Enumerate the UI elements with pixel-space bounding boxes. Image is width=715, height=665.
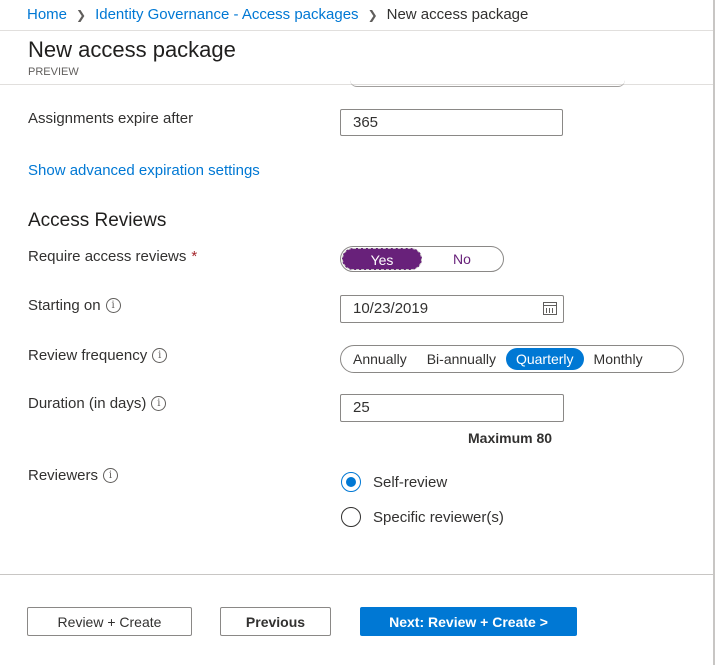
review-create-button[interactable]: Review + Create	[27, 607, 192, 636]
require-reviews-label: Require access reviews *	[28, 248, 197, 265]
required-marker: *	[191, 248, 198, 265]
expire-after-input[interactable]: 365	[340, 109, 563, 136]
frequency-option-bi-annually[interactable]: Bi-annually	[417, 348, 506, 370]
expire-after-label-text: Assignments expire after	[28, 110, 194, 127]
page-title: New access package	[28, 37, 236, 62]
info-icon[interactable]: i	[105, 298, 121, 313]
starting-on-date-picker[interactable]: 10/23/2019	[340, 295, 564, 323]
reviewer-option-specific[interactable]: Specific reviewer(s)	[341, 507, 504, 527]
radio-unchecked-icon[interactable]	[341, 507, 361, 527]
duration-label: Duration (in days) i	[28, 395, 167, 412]
info-icon[interactable]: i	[151, 396, 167, 411]
reviewers-label: Reviewers i	[28, 467, 119, 484]
breadcrumb-access-packages-link[interactable]: Identity Governance - Access packages	[95, 6, 358, 23]
specific-reviewers-label: Specific reviewer(s)	[373, 508, 504, 526]
frequency-option-annually[interactable]: Annually	[343, 348, 417, 370]
header-divider	[0, 30, 715, 31]
advanced-expiration-link[interactable]: Show advanced expiration settings	[28, 162, 260, 179]
footer-divider	[0, 574, 715, 575]
self-review-label: Self-review	[373, 473, 448, 491]
calendar-icon[interactable]	[543, 302, 557, 315]
review-frequency-label-text: Review frequency	[28, 347, 148, 364]
review-frequency-label: Review frequency i	[28, 347, 168, 364]
starting-on-label-text: Starting on	[28, 297, 101, 314]
frequency-option-monthly[interactable]: Monthly	[584, 348, 653, 370]
reviewer-option-self-review[interactable]: Self-review	[341, 472, 447, 492]
breadcrumb-current: New access package	[386, 6, 529, 23]
expire-after-label: Assignments expire after	[28, 110, 193, 127]
access-reviews-heading: Access Reviews	[28, 210, 167, 231]
duration-label-text: Duration (in days)	[28, 395, 147, 412]
breadcrumb-home-link[interactable]: Home	[27, 6, 67, 23]
starting-on-value: 10/23/2019	[353, 300, 429, 317]
toggle-no-option[interactable]: No	[422, 248, 502, 270]
require-reviews-toggle: Yes No	[340, 246, 504, 272]
require-reviews-label-text: Require access reviews	[28, 248, 187, 265]
page-subtitle: PREVIEW	[28, 66, 79, 78]
toggle-yes-option[interactable]: Yes	[342, 248, 422, 270]
frequency-option-quarterly[interactable]: Quarterly	[505, 348, 584, 370]
radio-checked-icon[interactable]	[341, 472, 361, 492]
duration-input[interactable]: 25	[340, 394, 564, 422]
info-icon[interactable]: i	[103, 468, 119, 483]
reviewers-label-text: Reviewers	[28, 467, 99, 484]
next-review-create-button[interactable]: Next: Review + Create >	[360, 607, 577, 636]
breadcrumb: Home ❯ Identity Governance - Access pack…	[27, 6, 528, 23]
duration-maximum-hint: Maximum 80	[468, 430, 553, 446]
review-frequency-selector: Annually Bi-annually Quarterly Monthly	[340, 345, 684, 373]
chevron-right-icon: ❯	[76, 7, 87, 22]
info-icon[interactable]: i	[152, 348, 168, 363]
previous-button[interactable]: Previous	[220, 607, 331, 636]
starting-on-label: Starting on i	[28, 297, 121, 314]
chevron-right-icon: ❯	[367, 7, 378, 22]
scrolled-field-edge	[350, 80, 625, 87]
